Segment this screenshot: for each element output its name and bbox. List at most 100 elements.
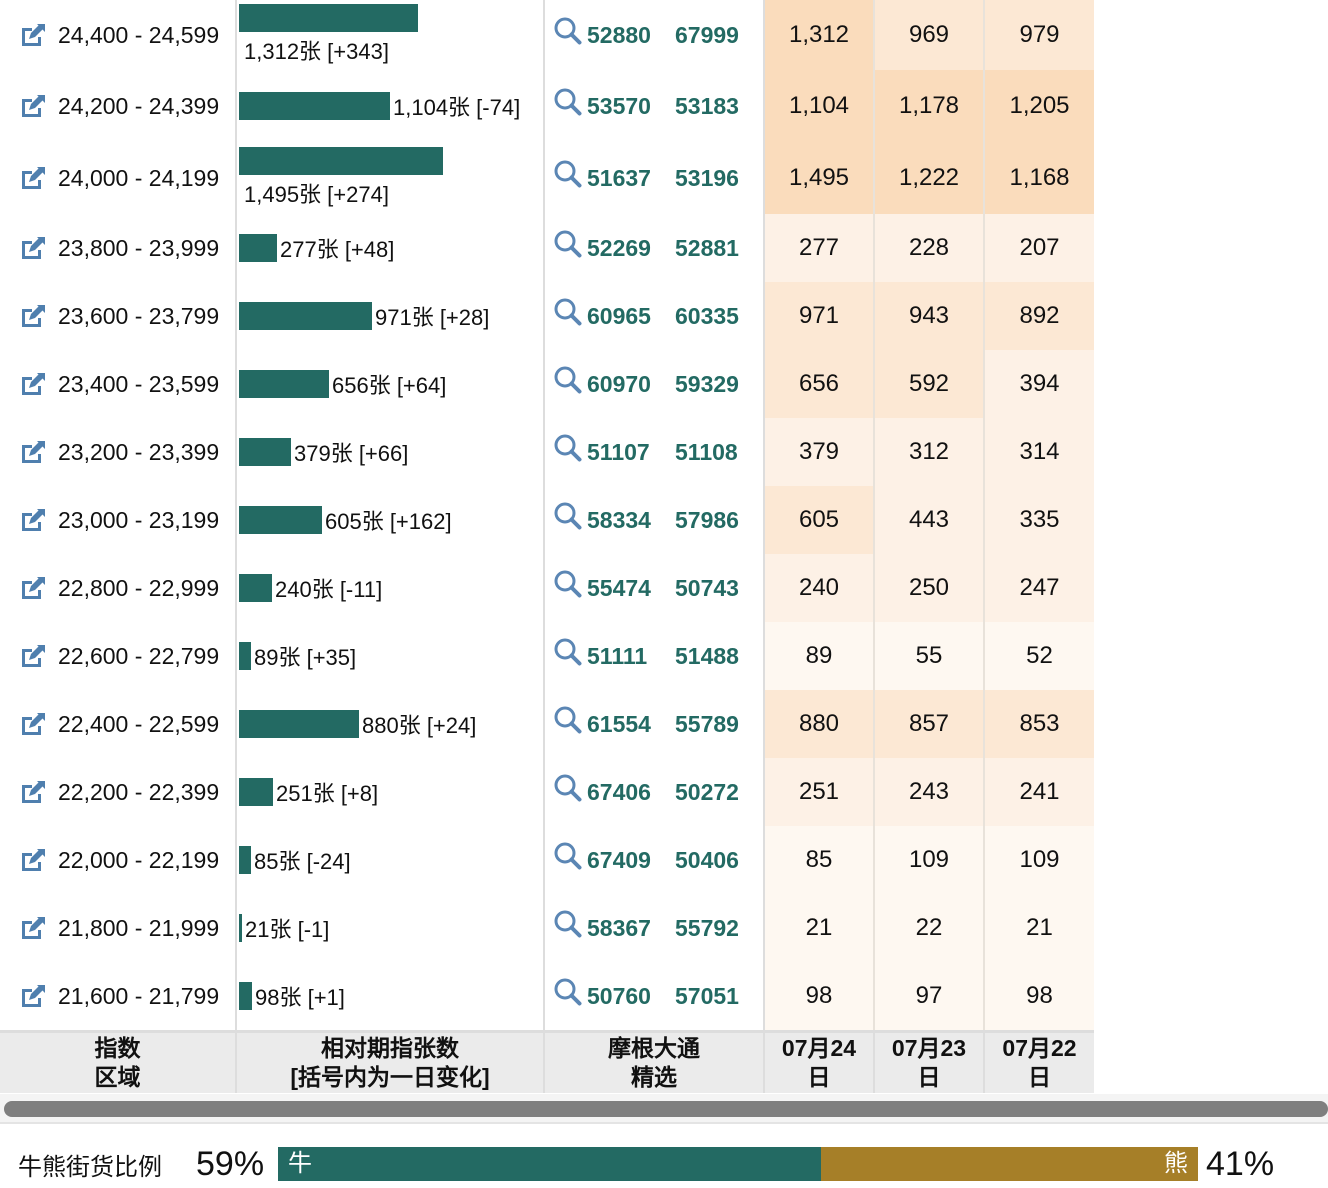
horizontal-scrollbar[interactable] bbox=[0, 1094, 1328, 1124]
scrollbar-thumb[interactable] bbox=[4, 1101, 1328, 1117]
external-link-icon[interactable] bbox=[20, 166, 46, 190]
warrant-code-link[interactable]: 67409 bbox=[587, 847, 675, 874]
warrant-code-link[interactable]: 60335 bbox=[675, 303, 763, 330]
warrant-code-link[interactable]: 52880 bbox=[587, 22, 675, 49]
warrant-code-link[interactable]: 51111 bbox=[587, 643, 675, 670]
warrant-code-link[interactable]: 50743 bbox=[675, 575, 763, 602]
external-link-icon[interactable] bbox=[20, 94, 46, 118]
external-link-icon[interactable] bbox=[20, 916, 46, 940]
warrant-code-link[interactable]: 50406 bbox=[675, 847, 763, 874]
search-icon[interactable] bbox=[553, 159, 583, 189]
warrant-code-link[interactable]: 55789 bbox=[675, 711, 763, 738]
index-range-cell[interactable]: 23,200 - 23,399 bbox=[0, 418, 237, 486]
date-2-value: 97 bbox=[875, 962, 985, 1030]
search-icon[interactable] bbox=[553, 501, 583, 531]
index-range[interactable]: 22,600 - 22,799 bbox=[58, 643, 219, 670]
index-range[interactable]: 23,800 - 23,999 bbox=[58, 235, 219, 262]
search-icon[interactable] bbox=[553, 433, 583, 463]
external-link-icon[interactable] bbox=[20, 712, 46, 736]
index-range-cell[interactable]: 24,000 - 24,199 bbox=[0, 142, 237, 214]
index-range[interactable]: 24,200 - 24,399 bbox=[58, 93, 219, 120]
index-range[interactable]: 23,200 - 23,399 bbox=[58, 439, 219, 466]
warrant-code-link[interactable]: 53570 bbox=[587, 93, 675, 120]
warrant-code-link[interactable]: 50272 bbox=[675, 779, 763, 806]
index-range-cell[interactable]: 24,400 - 24,599 bbox=[0, 0, 237, 70]
search-icon[interactable] bbox=[553, 773, 583, 803]
contracts-cell: 85张 [-24] bbox=[237, 826, 545, 894]
search-icon[interactable] bbox=[553, 909, 583, 939]
date-1-value: 880 bbox=[765, 690, 875, 758]
warrant-code-link[interactable]: 67999 bbox=[675, 22, 763, 49]
search-icon[interactable] bbox=[553, 569, 583, 599]
index-range-cell[interactable]: 22,800 - 22,999 bbox=[0, 554, 237, 622]
index-range-cell[interactable]: 22,000 - 22,199 bbox=[0, 826, 237, 894]
search-icon[interactable] bbox=[553, 977, 583, 1007]
index-range[interactable]: 23,400 - 23,599 bbox=[58, 371, 219, 398]
warrant-code-link[interactable]: 55792 bbox=[675, 915, 763, 942]
date-1-value: 1,312 bbox=[765, 0, 875, 70]
warrant-code-link[interactable]: 53196 bbox=[675, 165, 763, 192]
index-range-cell[interactable]: 22,600 - 22,799 bbox=[0, 622, 237, 690]
index-range-cell[interactable]: 24,200 - 24,399 bbox=[0, 70, 237, 142]
index-range[interactable]: 22,400 - 22,599 bbox=[58, 711, 219, 738]
warrant-code-link[interactable]: 53183 bbox=[675, 93, 763, 120]
warrant-code-link[interactable]: 60965 bbox=[587, 303, 675, 330]
index-range[interactable]: 24,000 - 24,199 bbox=[58, 165, 219, 192]
index-range[interactable]: 22,800 - 22,999 bbox=[58, 575, 219, 602]
warrant-code-link[interactable]: 59329 bbox=[675, 371, 763, 398]
index-range-cell[interactable]: 23,000 - 23,199 bbox=[0, 486, 237, 554]
jpm-picks-cell: 58367 55792 bbox=[545, 894, 765, 962]
index-range[interactable]: 22,200 - 22,399 bbox=[58, 779, 219, 806]
warrant-code-link[interactable]: 58334 bbox=[587, 507, 675, 534]
external-link-icon[interactable] bbox=[20, 984, 46, 1008]
index-range[interactable]: 21,800 - 21,999 bbox=[58, 915, 219, 942]
index-range-cell[interactable]: 21,800 - 21,999 bbox=[0, 894, 237, 962]
warrant-code-link[interactable]: 57986 bbox=[675, 507, 763, 534]
search-icon[interactable] bbox=[553, 87, 583, 117]
external-link-icon[interactable] bbox=[20, 848, 46, 872]
index-range-cell[interactable]: 23,800 - 23,999 bbox=[0, 214, 237, 282]
warrant-code-link[interactable]: 58367 bbox=[587, 915, 675, 942]
warrant-code-link[interactable]: 52881 bbox=[675, 235, 763, 262]
index-range-cell[interactable]: 23,600 - 23,799 bbox=[0, 282, 237, 350]
warrant-code-link[interactable]: 60970 bbox=[587, 371, 675, 398]
warrant-code-link[interactable]: 57051 bbox=[675, 983, 763, 1010]
search-icon[interactable] bbox=[553, 841, 583, 871]
date-2-value: 1,178 bbox=[875, 70, 985, 142]
date-3-value: 979 bbox=[985, 0, 1094, 70]
warrant-code-link[interactable]: 51107 bbox=[587, 439, 675, 466]
index-range-cell[interactable]: 22,400 - 22,599 bbox=[0, 690, 237, 758]
external-link-icon[interactable] bbox=[20, 576, 46, 600]
index-range-cell[interactable]: 23,400 - 23,599 bbox=[0, 350, 237, 418]
search-icon[interactable] bbox=[553, 229, 583, 259]
date-2-value: 443 bbox=[875, 486, 985, 554]
search-icon[interactable] bbox=[553, 16, 583, 46]
warrant-code-link[interactable]: 61554 bbox=[587, 711, 675, 738]
external-link-icon[interactable] bbox=[20, 644, 46, 668]
warrant-code-link[interactable]: 55474 bbox=[587, 575, 675, 602]
index-range[interactable]: 23,000 - 23,199 bbox=[58, 507, 219, 534]
external-link-icon[interactable] bbox=[20, 508, 46, 532]
warrant-code-link[interactable]: 67406 bbox=[587, 779, 675, 806]
external-link-icon[interactable] bbox=[20, 440, 46, 464]
search-icon[interactable] bbox=[553, 705, 583, 735]
index-range[interactable]: 24,400 - 24,599 bbox=[58, 22, 219, 49]
warrant-code-link[interactable]: 51488 bbox=[675, 643, 763, 670]
external-link-icon[interactable] bbox=[20, 236, 46, 260]
warrant-code-link[interactable]: 51637 bbox=[587, 165, 675, 192]
search-icon[interactable] bbox=[553, 637, 583, 667]
index-range[interactable]: 23,600 - 23,799 bbox=[58, 303, 219, 330]
external-link-icon[interactable] bbox=[20, 23, 46, 47]
search-icon[interactable] bbox=[553, 297, 583, 327]
warrant-code-link[interactable]: 51108 bbox=[675, 439, 763, 466]
search-icon[interactable] bbox=[553, 365, 583, 395]
index-range-cell[interactable]: 21,600 - 21,799 bbox=[0, 962, 237, 1030]
index-range-cell[interactable]: 22,200 - 22,399 bbox=[0, 758, 237, 826]
external-link-icon[interactable] bbox=[20, 780, 46, 804]
warrant-code-link[interactable]: 50760 bbox=[587, 983, 675, 1010]
external-link-icon[interactable] bbox=[20, 372, 46, 396]
external-link-icon[interactable] bbox=[20, 304, 46, 328]
index-range[interactable]: 21,600 - 21,799 bbox=[58, 983, 219, 1010]
warrant-code-link[interactable]: 52269 bbox=[587, 235, 675, 262]
index-range[interactable]: 22,000 - 22,199 bbox=[58, 847, 219, 874]
